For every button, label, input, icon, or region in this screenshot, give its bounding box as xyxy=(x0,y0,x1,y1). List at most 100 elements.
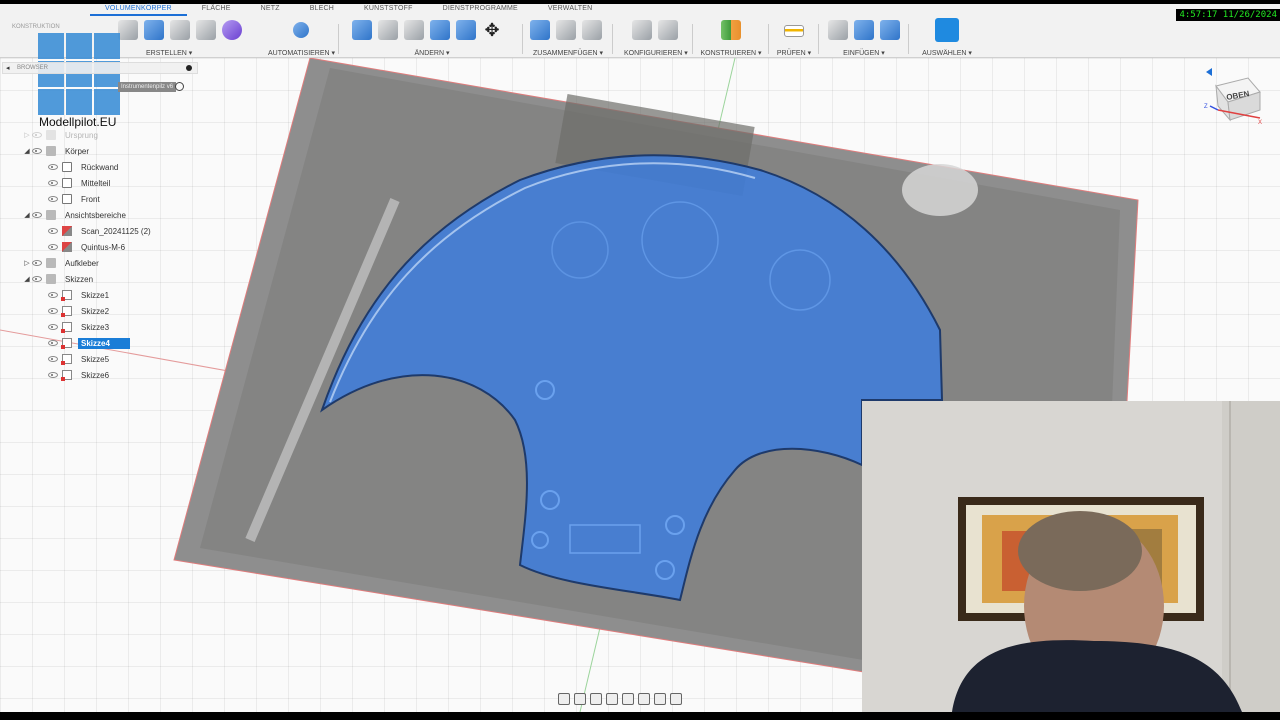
visibility-eye-icon[interactable] xyxy=(48,228,58,234)
visibility-eye-icon[interactable] xyxy=(32,276,42,282)
joint-icon[interactable] xyxy=(556,20,576,40)
as-built-joint-icon[interactable] xyxy=(582,20,602,40)
group-label-konstruieren[interactable]: KONSTRUIEREN ▾ xyxy=(700,49,762,57)
insert-canvas-icon[interactable] xyxy=(880,20,900,40)
expand-twisty-icon[interactable]: ▷ xyxy=(22,131,32,139)
shell-icon[interactable] xyxy=(430,20,450,40)
visibility-eye-icon[interactable] xyxy=(48,308,58,314)
expand-twisty-icon[interactable]: ◢ xyxy=(22,275,32,283)
sketch-icon xyxy=(61,354,72,365)
plane-icon[interactable] xyxy=(721,20,741,40)
measure-icon[interactable] xyxy=(784,25,804,37)
expand-twisty-icon[interactable]: ◢ xyxy=(22,147,32,155)
browser-item-aufkleber[interactable]: ▷ Aufkleber xyxy=(22,256,102,270)
group-konfigurieren: KONFIGURIEREN ▾ xyxy=(624,18,688,58)
viewcube[interactable]: OBEN Z X xyxy=(1202,66,1274,136)
browser-item-ansichtsbereiche[interactable]: ◢ Ansichtsbereiche xyxy=(22,208,129,222)
move-icon[interactable]: ✥ xyxy=(482,20,502,40)
home-view-icon xyxy=(1206,68,1212,76)
browser-item-skizze6[interactable]: Skizze6 xyxy=(48,368,112,382)
browser-title: BROWSER xyxy=(17,65,49,71)
tab-blech[interactable]: BLECH xyxy=(295,4,349,16)
group-label-erstellen[interactable]: ERSTELLEN ▾ xyxy=(108,49,192,57)
group-label-auswaehlen[interactable]: AUSWÄHLEN ▾ xyxy=(916,49,978,57)
browser-item-mittelteil[interactable]: Mittelteil xyxy=(48,176,113,190)
visibility-eye-icon[interactable] xyxy=(48,196,58,202)
sketch-icon[interactable] xyxy=(196,20,216,40)
tab-volumenkoerper[interactable]: VOLUMENKÖRPER xyxy=(90,4,187,16)
browser-item-label: Ansichtsbereiche xyxy=(65,210,126,220)
tab-netz[interactable]: NETZ xyxy=(246,4,295,16)
visibility-eye-icon[interactable] xyxy=(32,148,42,154)
group-aendern: ✥ ÄNDERN ▾ xyxy=(352,18,518,58)
expand-twisty-icon[interactable]: ◢ xyxy=(22,211,32,219)
visibility-eye-icon[interactable] xyxy=(48,292,58,298)
visibility-eye-icon[interactable] xyxy=(32,132,42,138)
activate-icon[interactable] xyxy=(175,82,184,91)
new-component-icon[interactable] xyxy=(118,20,138,40)
pin-icon[interactable] xyxy=(186,65,192,71)
visibility-eye-icon[interactable] xyxy=(48,340,58,346)
visibility-eye-icon[interactable] xyxy=(48,324,58,330)
revolve-icon[interactable] xyxy=(170,20,190,40)
group-label-aendern[interactable]: ÄNDERN ▾ xyxy=(352,49,512,57)
browser-item-skizze4[interactable]: Skizze4 xyxy=(48,336,130,350)
browser-item-quintus-m-6[interactable]: Quintus-M-6 xyxy=(48,240,128,254)
browser-item-skizze2[interactable]: Skizze2 xyxy=(48,304,112,318)
browser-item-skizze5[interactable]: Skizze5 xyxy=(48,352,112,366)
fillet-icon[interactable] xyxy=(378,20,398,40)
group-label-einfuegen[interactable]: EINFÜGEN ▾ xyxy=(826,49,902,57)
combine-icon[interactable] xyxy=(456,20,476,40)
browser-item-skizze3[interactable]: Skizze3 xyxy=(48,320,112,334)
table-icon[interactable] xyxy=(658,20,678,40)
visibility-eye-icon[interactable] xyxy=(32,212,42,218)
collapse-arrow-icon[interactable]: ◂ xyxy=(6,64,10,72)
form-icon[interactable] xyxy=(222,20,242,40)
browser-item-scan-20241125-2-[interactable]: Scan_20241125 (2) xyxy=(48,224,154,238)
visibility-eye-icon[interactable] xyxy=(48,180,58,186)
construct-dropdown[interactable]: KONSTRUKTION xyxy=(12,24,60,30)
group-label-zusammenfuegen[interactable]: ZUSAMMENFÜGEN ▾ xyxy=(530,49,606,57)
visibility-eye-icon[interactable] xyxy=(48,356,58,362)
press-pull-icon[interactable] xyxy=(352,20,372,40)
chamfer-icon[interactable] xyxy=(404,20,424,40)
sketch-icon xyxy=(61,370,72,381)
display-settings-icon[interactable] xyxy=(638,693,650,705)
browser-item-skizzen[interactable]: ◢ Skizzen xyxy=(22,272,96,286)
group-label-konfigurieren[interactable]: KONFIGURIEREN ▾ xyxy=(624,49,688,57)
configure-icon[interactable] xyxy=(632,20,652,40)
visibility-eye-icon[interactable] xyxy=(48,164,58,170)
extrude-icon[interactable] xyxy=(144,20,164,40)
select-icon[interactable] xyxy=(935,18,959,42)
automate-icon[interactable] xyxy=(293,22,309,38)
group-label-automatisieren[interactable]: AUTOMATISIEREN ▾ xyxy=(268,49,335,57)
visibility-eye-icon[interactable] xyxy=(32,260,42,266)
browser-item-körper[interactable]: ◢ Körper xyxy=(22,144,92,158)
insert-mesh-icon[interactable] xyxy=(854,20,874,40)
pan-icon[interactable] xyxy=(590,693,602,705)
zoom-window-icon[interactable] xyxy=(622,693,634,705)
visibility-eye-icon[interactable] xyxy=(48,244,58,250)
tab-verwalten[interactable]: VERWALTEN xyxy=(533,4,607,16)
look-at-icon[interactable] xyxy=(574,693,586,705)
visibility-eye-icon[interactable] xyxy=(48,372,58,378)
browser-item-ursprung[interactable]: ▷ Ursprung xyxy=(22,128,101,142)
browser-item-skizze1[interactable]: Skizze1 xyxy=(48,288,112,302)
tab-dienstprogramme[interactable]: DIENSTPROGRAMME xyxy=(428,4,533,16)
zoom-icon[interactable] xyxy=(606,693,618,705)
sketch-icon xyxy=(61,306,72,317)
insert-derive-icon[interactable] xyxy=(828,20,848,40)
browser-header[interactable]: ◂ BROWSER xyxy=(2,62,198,74)
expand-twisty-icon[interactable]: ▷ xyxy=(22,259,32,267)
tab-kunststoff[interactable]: KUNSTSTOFF xyxy=(349,4,428,16)
grid-settings-icon[interactable] xyxy=(654,693,666,705)
separator xyxy=(908,24,909,54)
viewports-icon[interactable] xyxy=(670,693,682,705)
group-konstruieren: KONSTRUIEREN ▾ xyxy=(700,18,762,58)
orbit-icon[interactable] xyxy=(558,693,570,705)
tab-flaeche[interactable]: FLÄCHE xyxy=(187,4,246,16)
new-joint-icon[interactable] xyxy=(530,20,550,40)
browser-item-rückwand[interactable]: Rückwand xyxy=(48,160,121,174)
group-label-pruefen[interactable]: PRÜFEN ▾ xyxy=(776,49,812,57)
browser-item-front[interactable]: Front xyxy=(48,192,103,206)
